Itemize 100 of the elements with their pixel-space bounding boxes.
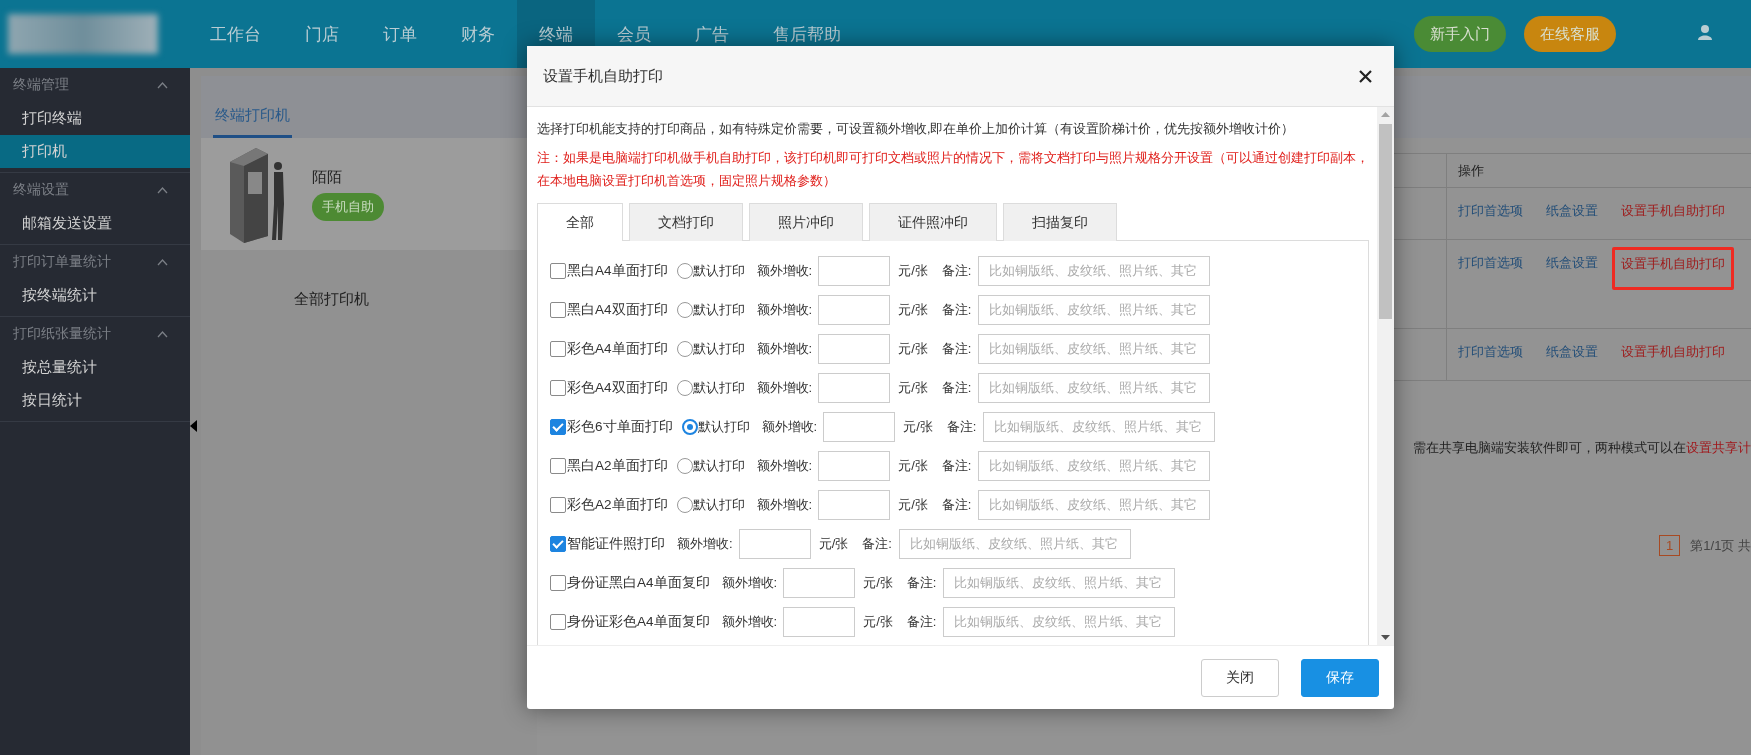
service-button[interactable]: 在线客服 <box>1524 16 1616 52</box>
checkbox[interactable] <box>550 379 566 396</box>
nav-tab[interactable]: 门店 <box>283 0 361 68</box>
category-tab[interactable]: 照片冲印 <box>749 203 863 241</box>
item-label: 身份证黑白A4单面复印 <box>567 573 710 592</box>
checkbox[interactable] <box>550 418 566 435</box>
item-label: 黑白A4双面打印 <box>567 300 668 319</box>
unit-label: 元/张 <box>863 612 893 631</box>
remark-field[interactable]: 比如铜版纸、皮纹纸、照片纸、其它 <box>943 567 1176 598</box>
chevron-up-icon[interactable] <box>157 186 168 194</box>
save-button[interactable]: 保存 <box>1301 658 1379 697</box>
default-label: 默认打印 <box>692 339 745 358</box>
remark-label: 备注: <box>941 378 972 397</box>
scroll-up-icon[interactable] <box>1381 112 1390 117</box>
remark-label: 备注: <box>946 417 977 436</box>
surcharge-field[interactable] <box>818 333 891 364</box>
checkbox[interactable] <box>550 613 566 630</box>
category-tab[interactable]: 全部 <box>537 203 623 241</box>
remark-field[interactable]: 比如铜版纸、皮纹纸、照片纸、其它 <box>943 606 1176 637</box>
action-link[interactable]: 纸盒设置 <box>1546 254 1598 272</box>
group-title: 终端管理 <box>13 76 69 94</box>
scrollbar[interactable] <box>1377 107 1394 645</box>
checkbox[interactable] <box>550 262 566 279</box>
radio-button[interactable] <box>676 457 693 474</box>
checkbox[interactable] <box>550 301 566 318</box>
default-label: 默认打印 <box>692 378 745 397</box>
action-link[interactable]: 打印首选项 <box>1458 254 1523 272</box>
remark-field[interactable]: 比如铜版纸、皮纹纸、照片纸、其它 <box>983 411 1216 442</box>
action-link[interactable]: 设置手机自助打印 <box>1621 343 1725 361</box>
radio-button[interactable] <box>676 496 693 513</box>
sidebar-item[interactable]: 按总量统计 <box>0 351 190 384</box>
remark-label: 备注: <box>941 456 972 475</box>
surcharge-field[interactable] <box>738 528 811 559</box>
remark-field[interactable]: 比如铜版纸、皮纹纸、照片纸、其它 <box>978 333 1211 364</box>
remark-label: 备注: <box>862 534 892 553</box>
unit-label: 元/张 <box>898 339 928 358</box>
surcharge-label: 额外增收: <box>756 339 813 358</box>
category-tab[interactable]: 扫描复印 <box>1003 203 1117 241</box>
close-icon[interactable] <box>1359 69 1372 83</box>
surcharge-field[interactable] <box>823 411 896 442</box>
surcharge-label: 额外增收: <box>721 573 778 592</box>
sidebar-item[interactable]: 打印机 <box>0 135 190 168</box>
unit-label: 元/张 <box>898 378 928 397</box>
remark-field[interactable]: 比如铜版纸、皮纹纸、照片纸、其它 <box>978 372 1211 403</box>
radio-button[interactable] <box>676 301 693 318</box>
action-link[interactable]: 纸盒设置 <box>1546 343 1598 361</box>
action-link[interactable]: 纸盒设置 <box>1546 202 1598 220</box>
group-title: 打印订单量统计 <box>13 253 111 271</box>
radio-button[interactable] <box>681 418 698 435</box>
remark-label: 备注: <box>941 339 972 358</box>
default-label: 默认打印 <box>692 495 745 514</box>
column-header: 操作 <box>1446 154 1751 187</box>
remark-label: 备注: <box>941 300 972 319</box>
surcharge-field[interactable] <box>818 255 891 286</box>
sidebar-item[interactable]: 按终端统计 <box>0 279 190 312</box>
sidebar-item[interactable]: 按日统计 <box>0 384 190 417</box>
remark-field[interactable]: 比如铜版纸、皮纹纸、照片纸、其它 <box>978 294 1211 325</box>
remark-field[interactable]: 比如铜版纸、皮纹纸、照片纸、其它 <box>898 528 1131 559</box>
surcharge-field[interactable] <box>818 450 891 481</box>
checkbox[interactable] <box>550 457 566 474</box>
group-title: 打印纸张量统计 <box>13 325 111 343</box>
checkbox[interactable] <box>550 535 566 552</box>
chevron-up-icon[interactable] <box>157 330 168 338</box>
nav-tab[interactable]: 财务 <box>439 0 517 68</box>
surcharge-field[interactable] <box>783 606 856 637</box>
surcharge-field[interactable] <box>818 372 891 403</box>
guide-button[interactable]: 新手入门 <box>1414 16 1506 52</box>
category-tab[interactable]: 文档打印 <box>629 203 743 241</box>
remark-label: 备注: <box>906 612 937 631</box>
radio-button[interactable] <box>676 340 693 357</box>
radio-button[interactable] <box>676 262 693 279</box>
surcharge-field[interactable] <box>818 489 891 520</box>
checkbox[interactable] <box>550 496 566 513</box>
surcharge-field[interactable] <box>783 567 856 598</box>
notice-link[interactable]: 设置共享计 <box>1686 439 1751 457</box>
action-link[interactable]: 打印首选项 <box>1458 343 1523 361</box>
action-link[interactable]: 设置手机自助打印 <box>1621 256 1725 271</box>
close-button[interactable]: 关闭 <box>1201 658 1279 697</box>
surcharge-label: 额外增收: <box>756 495 813 514</box>
user-icon[interactable] <box>1697 24 1713 40</box>
page-button[interactable]: 1 <box>1659 535 1681 556</box>
checkbox[interactable] <box>550 574 566 591</box>
remark-field[interactable]: 比如铜版纸、皮纹纸、照片纸、其它 <box>978 255 1211 286</box>
sidebar-item[interactable]: 打印终端 <box>0 102 190 135</box>
remark-field[interactable]: 比如铜版纸、皮纹纸、照片纸、其它 <box>978 450 1211 481</box>
scroll-down-icon[interactable] <box>1381 635 1390 640</box>
radio-button[interactable] <box>676 379 693 396</box>
checkbox[interactable] <box>550 340 566 357</box>
note-text: 注：如果是电脑端打印机做手机自助打印，该打印机即可打印文档或照片的情况下，需将文档打印与照片规格分开设置（可以通过创建打印副本，在本地电脑设置打印机首选项，固定照片规格参数） <box>537 150 1369 190</box>
surcharge-field[interactable] <box>818 294 891 325</box>
chevron-up-icon[interactable] <box>157 258 168 266</box>
nav-tab[interactable]: 工作台 <box>188 0 283 68</box>
remark-field[interactable]: 比如铜版纸、皮纹纸、照片纸、其它 <box>978 489 1211 520</box>
info-text: 选择打印机能支持的打印商品，如有特殊定价需要，可设置额外增收,即在单价上加价计算（有设置阶梯计价，优先按额外增收计价） <box>537 121 1296 138</box>
category-tab[interactable]: 证件照冲印 <box>869 203 997 241</box>
sidebar-item[interactable]: 邮箱发送设置 <box>0 207 190 240</box>
action-link[interactable]: 打印首选项 <box>1458 202 1523 220</box>
chevron-up-icon[interactable] <box>157 81 168 89</box>
action-link[interactable]: 设置手机自助打印 <box>1621 202 1725 220</box>
nav-tab[interactable]: 订单 <box>361 0 439 68</box>
